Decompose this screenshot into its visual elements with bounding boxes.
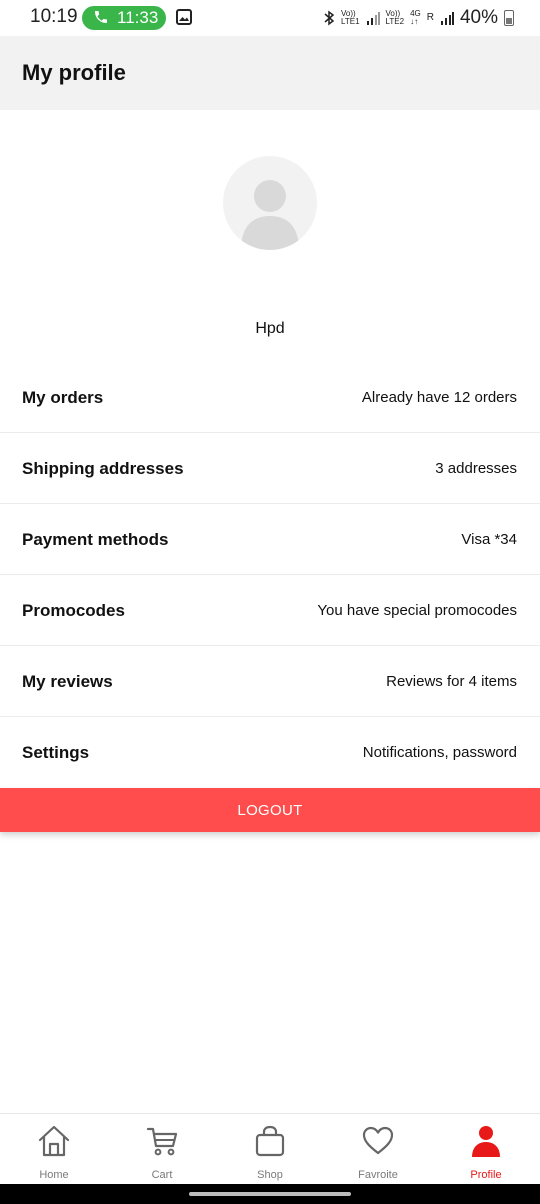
network-type: 4G ↓↑ [410,9,421,26]
menu-label: Shipping addresses [22,459,184,478]
logout-button[interactable]: LOGOUT [0,788,540,832]
person-icon [472,1126,500,1157]
menu-value: 3 addresses [435,460,517,477]
gesture-handle[interactable] [189,1192,351,1196]
bottom-nav: Home Cart Shop Favroite Profile [0,1113,540,1185]
phone-icon [95,11,107,23]
status-time: 10:19 [30,6,78,27]
menu-row-my-orders[interactable]: My orders Already have 12 orders [0,362,540,433]
status-icons: Vo)) LTE1 Vo)) LTE2 4G ↓↑ R 40% [323,6,514,30]
signal-icon [366,12,380,25]
nav-item-home[interactable]: Home [0,1114,108,1185]
person-placeholder-icon [241,180,299,250]
menu-value: Already have 12 orders [361,389,517,406]
nav-item-favorite[interactable]: Favroite [324,1114,432,1185]
profile-menu: My orders Already have 12 orders Shippin… [0,362,540,788]
signal-icon-2 [440,12,454,25]
menu-label: Payment methods [22,530,169,549]
nav-label: Profile [470,1169,502,1181]
menu-label: My orders [22,388,104,407]
battery-percent: 40% [459,7,498,28]
shopping-bag-icon [255,1125,285,1157]
menu-value: Visa *34 [461,531,517,548]
battery-icon [504,10,514,26]
menu-row-settings[interactable]: Settings Notifications, password [0,717,540,788]
status-bar: 10:19 11:33 Vo)) LTE1 Vo)) LTE2 4G ↓↑ R … [0,0,540,36]
menu-row-my-reviews[interactable]: My reviews Reviews for 4 items [0,646,540,717]
menu-row-promocodes[interactable]: Promocodes You have special promocodes [0,575,540,646]
nav-item-shop[interactable]: Shop [216,1114,324,1185]
menu-label: Settings [22,743,90,762]
roaming-indicator: R [426,12,434,23]
home-icon [38,1125,70,1157]
heart-icon [362,1126,394,1155]
menu-value: Reviews for 4 items [386,673,517,690]
app-bar: My profile [0,36,540,110]
avatar[interactable] [223,156,317,250]
ongoing-call-pill[interactable]: 11:33 [82,6,166,30]
nav-label: Home [39,1169,69,1181]
sim2-indicator: Vo)) LTE2 [385,9,405,26]
menu-value: You have special promocodes [317,602,517,619]
sim1-indicator: Vo)) LTE1 [341,9,360,26]
menu-label: My reviews [22,672,113,691]
menu-row-payment-methods[interactable]: Payment methods Visa *34 [0,504,540,575]
system-navigation-bar [0,1184,540,1204]
nav-label: Favroite [358,1169,398,1181]
bluetooth-icon [324,10,335,26]
nav-item-cart[interactable]: Cart [108,1114,216,1185]
cart-icon [146,1127,178,1156]
menu-value: Notifications, password [362,744,517,761]
user-name: Hpd [255,320,285,337]
nav-label: Shop [257,1169,283,1181]
nav-item-profile[interactable]: Profile [432,1114,540,1185]
gallery-icon [176,9,192,25]
call-duration: 11:33 [117,8,159,27]
menu-row-shipping-addresses[interactable]: Shipping addresses 3 addresses [0,433,540,504]
page-title: My profile [22,60,126,85]
nav-label: Cart [151,1169,173,1181]
menu-label: Promocodes [22,601,125,620]
